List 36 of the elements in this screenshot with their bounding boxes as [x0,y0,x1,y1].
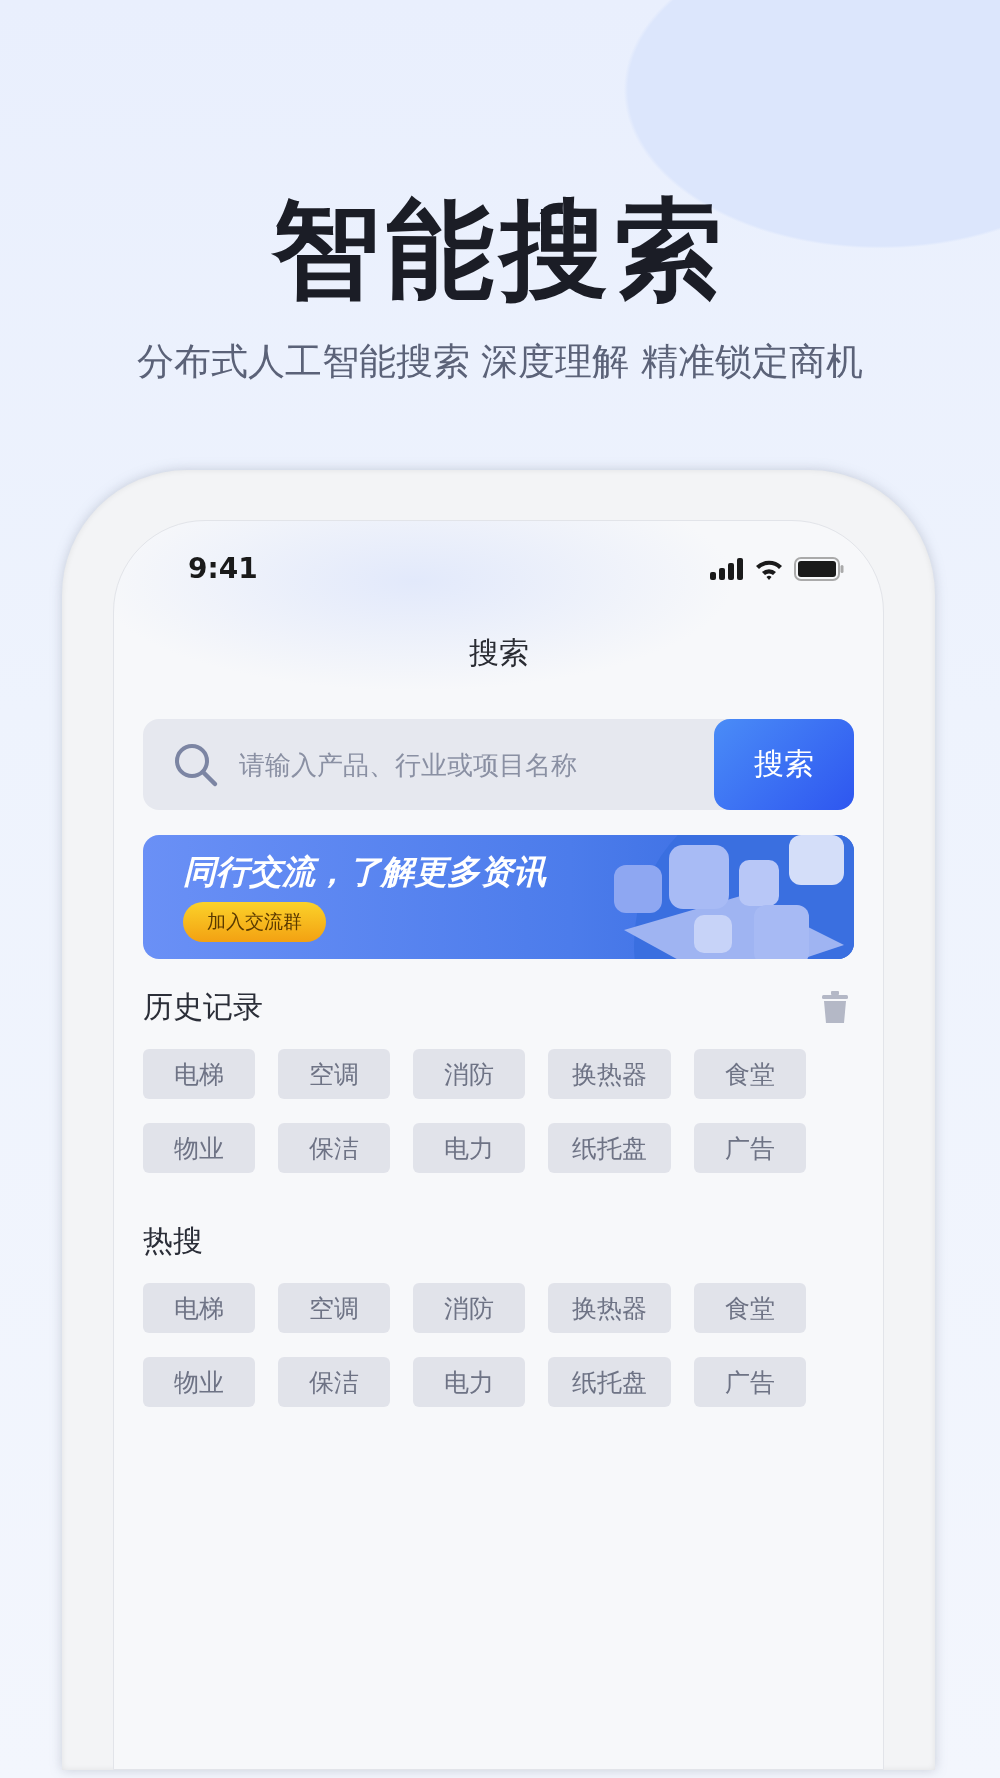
hot-search-tag[interactable]: 保洁 [278,1357,390,1407]
history-tag[interactable]: 电梯 [143,1049,255,1099]
search-button[interactable]: 搜索 [714,719,854,810]
battery-icon [794,557,844,581]
promo-banner[interactable]: 同行交流，了解更多资讯 加入交流群 [143,835,854,959]
history-tag[interactable]: 广告 [694,1123,806,1173]
history-tag[interactable]: 食堂 [694,1049,806,1099]
signal-icon [710,558,744,580]
history-tag[interactable]: 纸托盘 [548,1123,671,1173]
history-tag[interactable]: 换热器 [548,1049,671,1099]
history-tag[interactable]: 保洁 [278,1123,390,1173]
headline: 智能搜索 [272,190,728,310]
join-group-button[interactable]: 加入交流群 [183,902,326,942]
hot-search-tag[interactable]: 消防 [413,1283,525,1333]
hot-search-tag[interactable]: 电力 [413,1357,525,1407]
hot-search-tag[interactable]: 空调 [278,1283,390,1333]
history-tag[interactable]: 空调 [278,1049,390,1099]
section-title: 热搜 [143,1222,203,1260]
search-icon [173,741,219,788]
history-tag[interactable]: 消防 [413,1049,525,1099]
screen-title: 搜索 [468,634,529,672]
status-time: 9:41 [188,551,258,587]
hot-search-tag[interactable]: 换热器 [548,1283,671,1333]
hot-search-tag[interactable]: 电梯 [143,1283,255,1333]
wifi-icon [754,558,784,580]
history-tag[interactable]: 电力 [413,1123,525,1173]
hot-search-tag[interactable]: 广告 [694,1357,806,1407]
hot-search-tag[interactable]: 食堂 [694,1283,806,1333]
section-title: 历史记录 [143,988,263,1026]
search-field[interactable]: 请输入产品、行业或项目名称 搜索 [143,719,854,810]
tagline: 分布式人工智能搜索 深度理解 精准锁定商机 [136,339,864,385]
banner-title: 同行交流，了解更多资讯 [183,852,548,892]
hot-search-tag[interactable]: 物业 [143,1357,255,1407]
history-tag[interactable]: 物业 [143,1123,255,1173]
trash-icon[interactable] [822,991,848,1023]
hot-search-tag[interactable]: 纸托盘 [548,1357,671,1407]
